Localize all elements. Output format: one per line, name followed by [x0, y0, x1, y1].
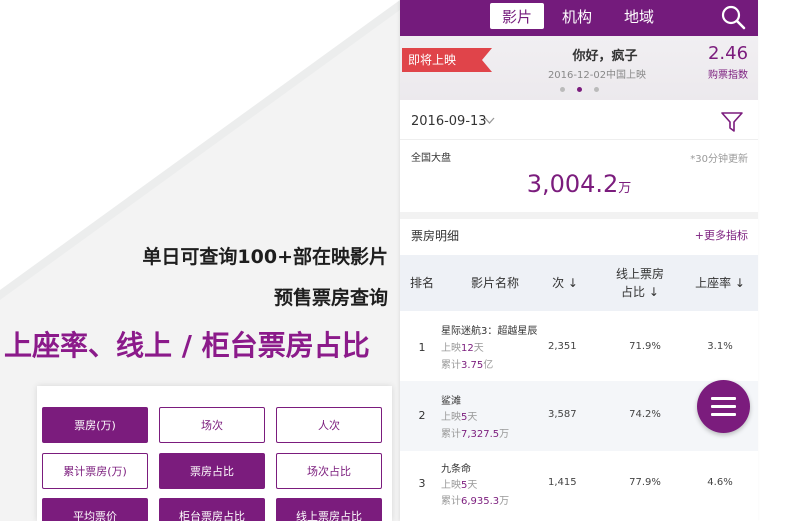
carousel-dot-active[interactable] — [577, 87, 582, 92]
update-note: *30分钟更新 — [690, 154, 748, 165]
chevron-down-icon — [484, 117, 495, 124]
promo-line-3: 上座率、线上 / 柜台票房占比 — [4, 329, 370, 362]
show-count: 1,415 — [548, 477, 577, 488]
tab-label: 影片 — [501, 7, 532, 26]
box-office-number: 3,004.2 — [526, 170, 619, 198]
date-selector[interactable]: 2016-09-13 — [400, 104, 758, 140]
national-box-office-value: 3,004.2万 — [400, 170, 758, 198]
detail-section-title: 票房明细 — [411, 229, 460, 243]
upcoming-movie-release: 2016-12-02中国上映 — [547, 70, 647, 81]
released-days: 上映5天 — [441, 408, 477, 423]
metric-button-label: 票房占比 — [190, 465, 234, 478]
movie-name: 鲨滩 — [441, 396, 461, 407]
released-suffix: 天 — [473, 343, 484, 354]
total-value: 3.75 — [461, 360, 484, 371]
metric-button-admissions[interactable]: 人次 — [276, 407, 382, 443]
date-value: 2016-09-13 — [411, 114, 487, 129]
seat-rate: 3.1% — [707, 341, 733, 352]
released-suffix: 天 — [467, 412, 478, 423]
menu-fab-button[interactable] — [697, 380, 750, 433]
col-movie-name: 影片名称 — [470, 276, 519, 290]
col-rank: 排名 — [409, 276, 434, 290]
online-share: 74.2% — [629, 409, 661, 420]
metric-button-label: 票房(万) — [74, 419, 116, 432]
total-suffix: 万 — [499, 429, 510, 440]
rank: 1 — [418, 341, 426, 354]
carousel-dot[interactable] — [594, 87, 599, 92]
cumulative-box-office: 累计7,327.5万 — [441, 425, 509, 440]
total-suffix: 万 — [499, 496, 510, 507]
released-prefix: 上映 — [441, 343, 461, 354]
movie-name: 九条命 — [441, 464, 471, 475]
box-office-unit: 万 — [618, 181, 632, 196]
ribbon-label: 即将上映 — [408, 53, 457, 67]
metric-panel: 票房(万) 场次 人次 累计票房(万) 票房占比 场次占比 平均票价 柜台票房占… — [37, 386, 392, 521]
metric-button-label: 人次 — [318, 419, 340, 432]
online-share: 77.9% — [629, 477, 661, 488]
purchase-index-label: 购票指数 — [708, 70, 748, 81]
released-value: 12 — [461, 343, 474, 354]
top-nav-bar: 影片 机构 地域 — [400, 0, 758, 36]
cumulative-box-office: 累计3.75亿 — [441, 356, 493, 371]
col-online-share-sort[interactable]: 线上票房 占比 ↓ — [600, 255, 680, 311]
metric-button-box-office-share[interactable]: 票房占比 — [159, 453, 265, 489]
show-count: 3,587 — [548, 409, 577, 420]
metric-button-label: 场次 — [201, 419, 223, 432]
rank: 2 — [418, 409, 426, 422]
col-seat-rate-sort[interactable]: 上座率 ↓ — [685, 255, 755, 311]
total-prefix: 累计 — [441, 360, 461, 371]
metric-button-cumulative-box-office[interactable]: 累计票房(万) — [42, 453, 148, 489]
phone-screen: 影片 机构 地域 即将上映 你好，疯子 2016-12-02中国上映 2.46 … — [400, 0, 758, 521]
tab-institutions[interactable]: 机构 — [550, 3, 604, 29]
promo-line-1: 单日可查询100+部在映影片 — [142, 246, 388, 268]
metric-button-label: 线上票房占比 — [296, 510, 362, 521]
rank: 3 — [418, 477, 426, 490]
cumulative-box-office: 累计6,935.3万 — [441, 492, 509, 507]
metric-button-avg-price[interactable]: 平均票价 — [42, 498, 148, 521]
promo-line-2: 预售票房查询 — [273, 287, 388, 309]
purchase-index-value: 2.46 — [707, 43, 749, 64]
show-count: 2,351 — [548, 341, 577, 352]
national-box-office-label: 全国大盘 — [411, 153, 451, 164]
seat-rate: 4.6% — [707, 477, 733, 488]
upcoming-movie-title: 你好，疯子 — [572, 49, 638, 64]
metric-button-label: 平均票价 — [73, 510, 117, 521]
metric-button-label: 柜台票房占比 — [179, 510, 245, 521]
released-days: 上映5天 — [441, 476, 477, 491]
more-metrics-link[interactable]: +更多指标 — [695, 227, 748, 243]
released-suffix: 天 — [467, 480, 478, 491]
total-prefix: 累计 — [441, 496, 461, 507]
metric-button-label: 累计票房(万) — [63, 465, 127, 478]
online-share: 71.9% — [629, 341, 661, 352]
tab-movies[interactable]: 影片 — [490, 3, 544, 29]
metric-button-shows[interactable]: 场次 — [159, 407, 265, 443]
metric-button-counter-share[interactable]: 柜台票房占比 — [159, 498, 265, 521]
metric-button-shows-share[interactable]: 场次占比 — [276, 453, 382, 489]
col-shows-sort[interactable]: 次 ↓ — [545, 255, 585, 311]
movie-name: 星际迷航3：超越星辰 — [441, 326, 538, 337]
metric-button-online-share[interactable]: 线上票房占比 — [276, 498, 382, 521]
tab-label: 地域 — [623, 7, 654, 26]
filter-icon[interactable] — [720, 111, 744, 133]
tab-regions[interactable]: 地域 — [612, 3, 666, 29]
metric-button-box-office[interactable]: 票房(万) — [42, 407, 148, 443]
total-value: 7,327.5 — [461, 429, 500, 440]
total-suffix: 亿 — [483, 360, 494, 371]
table-row[interactable]: 3 九条命 上映5天 累计6,935.3万 1,415 77.9% 4.6% — [400, 451, 758, 521]
total-prefix: 累计 — [441, 429, 461, 440]
total-value: 6,935.3 — [461, 496, 500, 507]
carousel-dot[interactable] — [560, 87, 565, 92]
released-prefix: 上映 — [441, 412, 461, 423]
search-icon[interactable] — [718, 2, 748, 32]
tab-label: 机构 — [561, 7, 592, 26]
released-prefix: 上映 — [441, 480, 461, 491]
metric-button-label: 场次占比 — [307, 465, 351, 478]
released-days: 上映12天 — [441, 339, 484, 354]
table-header: 排名 影片名称 次 ↓ 线上票房 占比 ↓ 上座率 ↓ — [400, 255, 758, 311]
table-row[interactable]: 1 星际迷航3：超越星辰 上映12天 累计3.75亿 2,351 71.9% 3… — [400, 311, 758, 381]
section-divider — [400, 212, 758, 219]
